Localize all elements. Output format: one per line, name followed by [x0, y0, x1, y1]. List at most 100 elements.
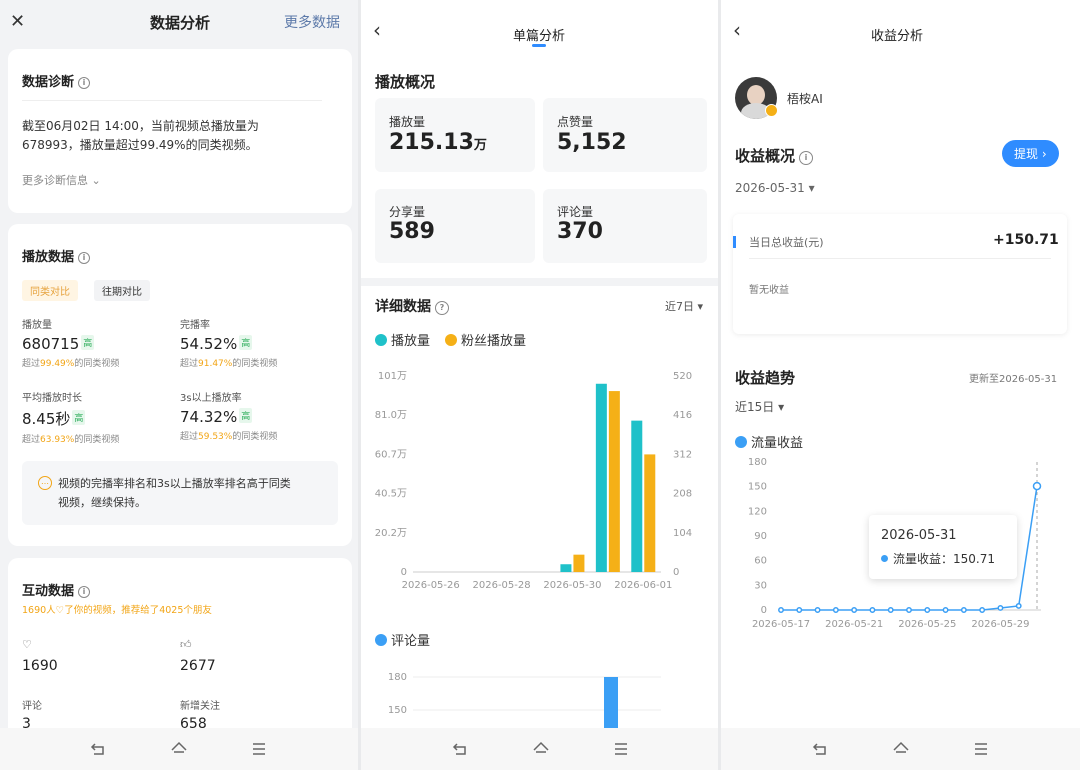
info-icon[interactable]: i [78, 77, 91, 89]
y-tick-label-left: 20.2万 [375, 528, 407, 539]
back-nav-icon[interactable] [89, 739, 109, 759]
tip-text-line2: 视频，继续保持。 [58, 496, 146, 509]
plays-bar-chart: 0 0 20.2万 104 40.5万 208 60.7万 312 81.0万 416 101万 52… [375, 371, 692, 591]
y-tick-label: 30 [754, 580, 767, 591]
metric-completion-rate: 完播率 54.52% 高 超过91.47%的同类视频 [180, 320, 278, 369]
verified-badge-icon [765, 104, 778, 117]
data-point [942, 607, 949, 613]
updated-text: 更新至2026-05-31 [969, 374, 1058, 385]
play-data-card: 播放数据 i 同类对比 往期对比 播放量 680715 高 超过99.49%的同类视… [8, 224, 352, 546]
bar-fan-plays [573, 554, 585, 572]
close-icon[interactable]: ✕ [10, 11, 25, 32]
back-nav-icon[interactable] [811, 739, 831, 759]
data-point [814, 607, 821, 613]
overview-title: 播放概况 [375, 73, 436, 91]
diagnosis-card: 数据诊断 i 截至06月02日 14:00，当前视频总播放量为 678993，播放… [8, 49, 352, 213]
info-icon[interactable]: i [78, 586, 91, 598]
comment-tip-icon: … [38, 476, 52, 490]
home-nav-icon[interactable] [531, 739, 551, 759]
help-icon[interactable]: ? [435, 301, 449, 315]
menu-nav-icon[interactable] [971, 739, 991, 759]
y-tick-label: 180 [748, 457, 767, 468]
legend-dot [445, 334, 457, 346]
home-nav-icon[interactable] [891, 739, 911, 759]
system-nav-bar [0, 728, 358, 770]
bar-comments [604, 677, 618, 730]
x-tick-label: 2026-05-28 [473, 580, 531, 591]
tip-box: … 视频的完播率排名和3s以上播放率排名高于同类 视频，继续保持。 [22, 461, 338, 525]
data-point [869, 607, 876, 613]
bar-fan-plays [644, 454, 656, 572]
legend-comments: 评论量 [375, 630, 430, 649]
metric-3s-rate: 3s以上播放率 74.32% 高 超过59.53%的同类视频 [180, 393, 278, 442]
y-tick-label-right: 312 [673, 449, 692, 460]
tab-same-type[interactable]: 同类对比 [22, 280, 78, 301]
x-tick-label: 2026-06-01 [614, 580, 672, 591]
data-point [906, 607, 912, 613]
play-data-title: 播放数据 [22, 250, 75, 265]
income-overview-title: 收益概况 [735, 147, 796, 165]
data-point [924, 607, 931, 613]
y-tick-label: 150 [388, 705, 407, 716]
y-tick-label-left: 60.7万 [375, 449, 407, 460]
single-post-panel: ‹ 单篇分析 播放概况 播放量 215.13万 点赞量 5,152 分享量 58… [361, 0, 720, 770]
tab-history[interactable]: 往期对比 [94, 280, 150, 301]
y-tick-label: 150 [748, 482, 767, 493]
tooltip-value: 流量收益：150.71 [881, 550, 995, 567]
trend-range-select[interactable]: 近15日 ▾ [735, 398, 784, 415]
caret-down-icon: ▾ [697, 300, 704, 313]
range-select[interactable]: 近7日 ▾ [665, 298, 703, 314]
thumbs-value: 2677 [180, 658, 216, 674]
today-income-value: +150.71 [993, 232, 1059, 248]
back-nav-icon[interactable] [451, 739, 471, 759]
x-tick-label: 2026-05-25 [898, 619, 956, 630]
data-analysis-panel: ✕ 数据分析 更多数据 数据诊断 i 截至06月02日 14:00，当前视频总播放… [0, 0, 358, 770]
y-tick-label-right: 520 [673, 371, 692, 382]
y-tick-label-right: 208 [673, 489, 692, 500]
likes-value: 1690 [22, 658, 58, 674]
interaction-card: 互动数据 i 1690人♡了你的视频，推荐给了4025个朋友 ♡ 1690 👍︎ … [8, 558, 352, 738]
section-divider [361, 278, 720, 286]
accent-bar [733, 236, 736, 248]
data-point [887, 607, 894, 613]
bar-fan-plays [608, 391, 620, 572]
data-point [997, 604, 1004, 611]
more-diagnosis-link[interactable]: 更多诊断信息 ⌄ [22, 172, 101, 188]
y-tick-label: 90 [754, 531, 767, 542]
menu-nav-icon[interactable] [249, 739, 269, 759]
data-point [979, 607, 986, 613]
menu-nav-icon[interactable] [611, 739, 631, 759]
info-icon[interactable]: i [78, 252, 91, 264]
y-tick-label: 60 [754, 556, 767, 567]
legend-traffic-income: 流量收益 [735, 432, 803, 451]
stat-card-plays: 播放量 215.13万 [375, 98, 535, 172]
more-data-link[interactable]: 更多数据 [284, 12, 340, 32]
page-title: 单篇分析 [513, 29, 566, 44]
username: 梧桉AI [787, 92, 823, 106]
divider [22, 100, 322, 101]
heart-icon: ♡ [22, 638, 32, 651]
withdraw-button[interactable]: 提现 › [1002, 140, 1059, 167]
y-tick-label-right: 0 [673, 567, 679, 578]
system-nav-bar [721, 728, 1080, 770]
info-icon[interactable]: i [799, 151, 814, 165]
y-tick-label: 180 [388, 672, 407, 683]
data-point [778, 607, 784, 613]
y-tick-label: 120 [748, 506, 767, 517]
x-tick-label: 2026-05-29 [971, 619, 1029, 630]
back-arrow-icon[interactable]: ‹ [373, 18, 381, 42]
data-point [1032, 481, 1042, 491]
detail-title: 详细数据 [375, 299, 431, 315]
back-arrow-icon[interactable]: ‹ [733, 18, 741, 42]
y-tick-label-right: 416 [673, 410, 692, 421]
interaction-title: 互动数据 [22, 584, 75, 599]
home-nav-icon[interactable] [169, 739, 189, 759]
bar-plays [595, 383, 607, 572]
stat-card-likes: 点赞量 5,152 [543, 98, 707, 172]
stat-card-shares: 分享量 589 [375, 189, 535, 263]
date-select[interactable]: 2026-05-31 ▾ [735, 181, 815, 195]
y-tick-label-left: 81.0万 [375, 410, 407, 421]
today-income-label: 当日总收益(元) [749, 236, 824, 249]
y-tick-label-left: 0 [401, 567, 407, 578]
diagnosis-title: 数据诊断 [22, 75, 75, 90]
